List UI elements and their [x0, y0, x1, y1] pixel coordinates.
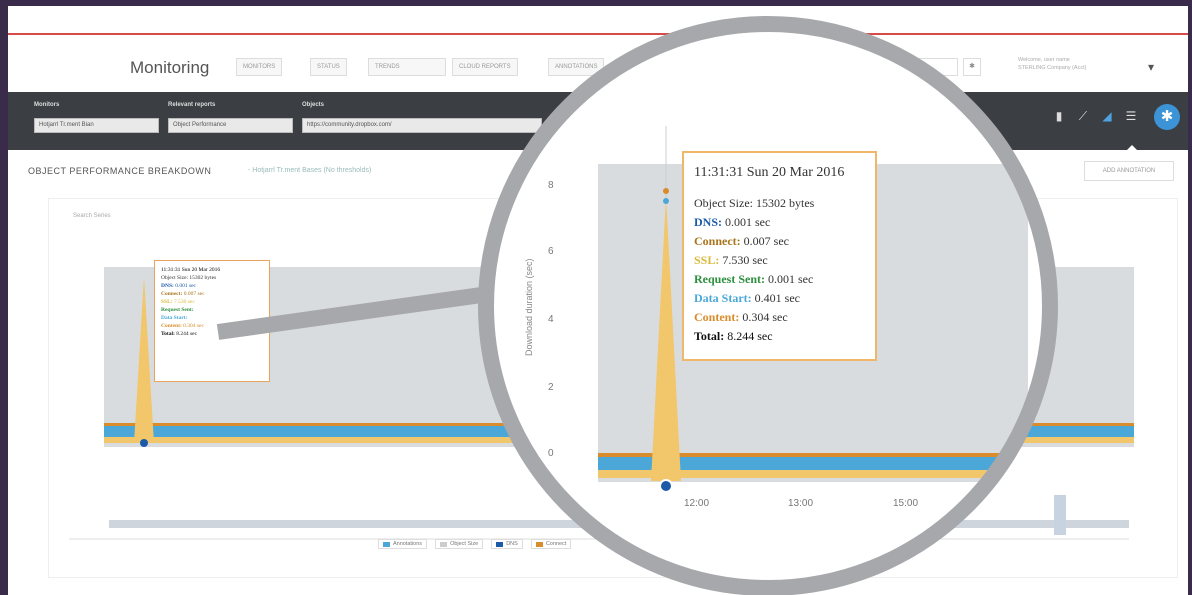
- reports-select[interactable]: Object Performance: [168, 118, 293, 133]
- x-tick: 13:00: [788, 498, 813, 509]
- legend-item-connect[interactable]: Connect: [530, 539, 572, 549]
- tooltip-dns: DNS: 0.001 sec: [694, 215, 771, 229]
- objects-select[interactable]: https://community.dropbox.com/: [302, 118, 542, 133]
- tooltip-time: 11:31:31 Sun 20 Mar 2016: [694, 165, 845, 180]
- legend-item-dns[interactable]: DNS: [491, 539, 523, 549]
- top-accent-line: [8, 33, 1188, 35]
- monitors-label: Monitors: [34, 102, 60, 108]
- page-title: Monitoring: [130, 58, 210, 77]
- tooltip-data-start: Data Start: 0.401 sec: [694, 291, 800, 305]
- legend-item-annotations[interactable]: Annotations: [378, 539, 428, 549]
- tooltip-zoomed: 11:31:31 Sun 20 Mar 2016 Object Size: 15…: [682, 151, 877, 361]
- app-frame: Monitoring MONITORS STATUS TRENDS CLOUD …: [8, 6, 1188, 595]
- monitors-select[interactable]: Hotjarrl Tr.ment Bian: [34, 118, 159, 133]
- legend-item-object-size[interactable]: Object Size: [435, 539, 484, 549]
- peak-marker: [140, 439, 148, 447]
- tooltip-request-sent: Request Sent: 0.001 sec: [694, 272, 814, 286]
- tooltip-object-size: Object Size: 15302 bytes: [694, 196, 815, 210]
- y-tick: 8: [548, 180, 554, 191]
- dataset-apply-button[interactable]: ✱: [963, 58, 981, 76]
- tooltip-content: Content: 0.304 sec: [694, 310, 788, 324]
- tooltip-ssl: SSL: 7.530 sec: [694, 253, 768, 267]
- tooltip-total: Total: 8.244 sec: [694, 329, 773, 343]
- navigator-handle[interactable]: [1054, 495, 1066, 535]
- objects-label: Objects: [302, 102, 325, 108]
- user-account: STERLING Company (Acct): [1018, 65, 1087, 71]
- y-tick: 4: [548, 314, 554, 325]
- section-title: OBJECT PERFORMANCE BREAKDOWN: [28, 166, 212, 176]
- section-subtitle: - Hotjarrl Tr.ment Bases (No thresholds): [248, 167, 372, 174]
- magnifier-view: 8 6 4 2 0 12:00 13:00 15:00 Download dur…: [488, 26, 1048, 586]
- user-info[interactable]: Welcome, user name STERLING Company (Acc…: [1018, 56, 1104, 72]
- x-tick: 15:00: [893, 498, 918, 509]
- tooltip-small-time: 11:31:31 Sun 20 Mar 2016: [161, 267, 221, 273]
- zoom-point-content: [663, 188, 669, 194]
- bar-chart-icon[interactable]: ▮: [1052, 109, 1066, 123]
- view-switcher: ▮ ⟋ ◢ ☰: [1052, 109, 1138, 123]
- gear-icon[interactable]: ✱: [1154, 104, 1180, 130]
- zoom-peak-marker: [659, 479, 673, 493]
- user-name: Welcome, user name: [1018, 57, 1070, 63]
- add-annotation-button[interactable]: ADD ANNOTATION: [1084, 161, 1174, 181]
- reports-label: Relevant reports: [168, 102, 216, 108]
- tab-cloud-reports[interactable]: CLOUD REPORTS: [452, 58, 518, 76]
- zoom-point-datastart: [663, 198, 669, 204]
- y-tick: 2: [548, 382, 554, 393]
- tooltip-connect: Connect: 0.007 sec: [694, 234, 789, 248]
- list-icon[interactable]: ☰: [1124, 109, 1138, 123]
- y-axis-label: Download duration (sec): [524, 258, 534, 356]
- tab-status[interactable]: STATUS: [310, 58, 347, 76]
- tab-trends[interactable]: TRENDS: [368, 58, 446, 76]
- active-view-notch: [1126, 145, 1138, 151]
- chart-legend: Annotations Object Size DNS Connect: [378, 539, 572, 549]
- tab-annotations[interactable]: ANNOTATIONS: [548, 58, 605, 76]
- y-tick: 0: [548, 448, 554, 459]
- x-tick: 12:00: [684, 498, 709, 509]
- search-series-label[interactable]: Search Series: [73, 213, 111, 219]
- tab-monitors[interactable]: MONITORS: [236, 58, 283, 76]
- y-tick: 6: [548, 246, 554, 257]
- area-chart-icon[interactable]: ◢: [1100, 109, 1114, 123]
- line-chart-icon[interactable]: ⟋: [1076, 109, 1090, 123]
- chevron-down-icon[interactable]: ▾: [1148, 60, 1154, 74]
